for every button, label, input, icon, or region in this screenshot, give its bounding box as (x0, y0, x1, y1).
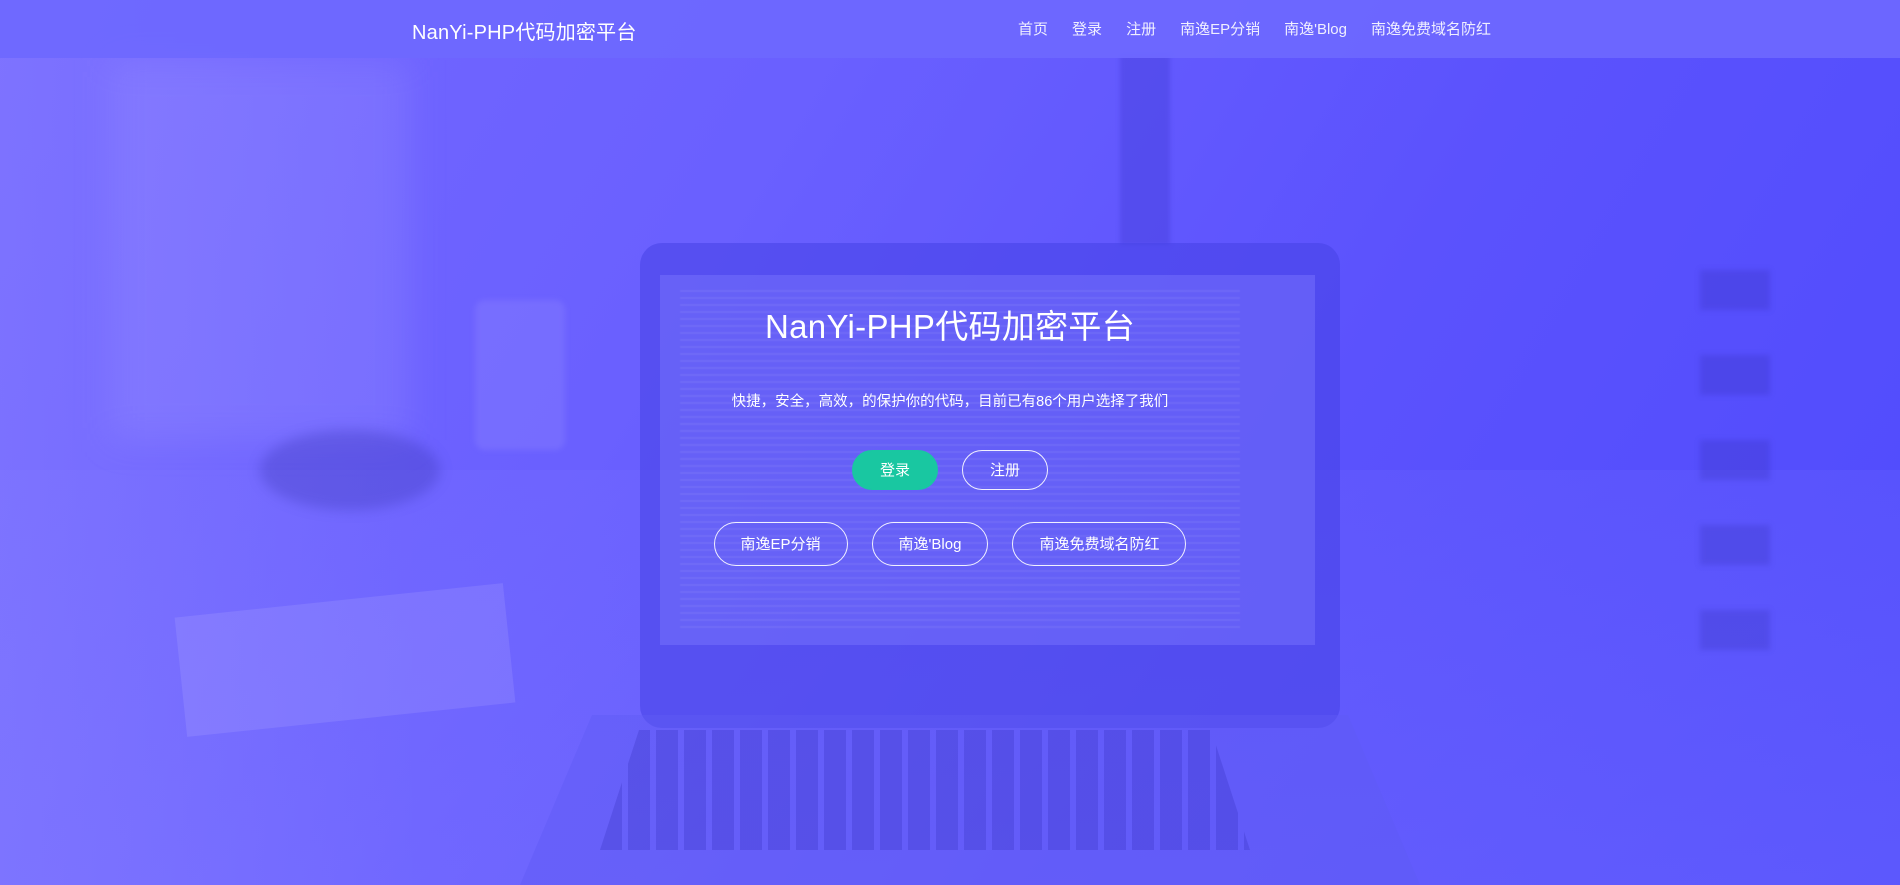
nav-domain-antiblock[interactable]: 南逸免费域名防红 (1371, 18, 1491, 39)
laptop-base (520, 715, 1420, 885)
ep-distribution-button[interactable]: 南逸EP分销 (713, 522, 848, 566)
nav-register[interactable]: 注册 (1126, 18, 1156, 39)
hero-title: NanYi-PHP代码加密平台 (765, 308, 1135, 345)
main-nav: 首页 登录 注册 南逸EP分销 南逸'Blog 南逸免费域名防红 (994, 18, 1491, 39)
nav-blog[interactable]: 南逸'Blog (1284, 18, 1347, 39)
brand-logo[interactable]: NanYi-PHP代码加密平台 (412, 16, 637, 45)
top-navbar: NanYi-PHP代码加密平台 首页 登录 注册 南逸EP分销 南逸'Blog … (0, 0, 1900, 58)
laptop-keyboard (600, 730, 1250, 850)
domain-antiblock-button[interactable]: 南逸免费域名防红 (1012, 522, 1187, 566)
auth-button-row: 登录 注册 (0, 450, 1900, 490)
nav-ep-distribution[interactable]: 南逸EP分销 (1180, 18, 1260, 39)
link-button-row: 南逸EP分销 南逸'Blog 南逸免费域名防红 (0, 522, 1900, 566)
nav-home[interactable]: 首页 (1018, 18, 1048, 39)
register-button[interactable]: 注册 (962, 450, 1048, 490)
notebook (174, 583, 516, 737)
nav-login[interactable]: 登录 (1072, 18, 1102, 39)
hero-section: NanYi-PHP代码加密平台 快捷，安全，高效，的保护你的代码，目前已有86个… (0, 300, 1900, 566)
blog-button[interactable]: 南逸'Blog (871, 522, 989, 566)
page-root: NanYi-PHP代码加密平台 首页 登录 注册 南逸EP分销 南逸'Blog … (0, 0, 1900, 885)
monitor-stand (1120, 55, 1170, 245)
hero-subtitle: 快捷，安全，高效，的保护你的代码，目前已有86个用户选择了我们 (731, 394, 1169, 410)
login-button[interactable]: 登录 (852, 450, 938, 490)
